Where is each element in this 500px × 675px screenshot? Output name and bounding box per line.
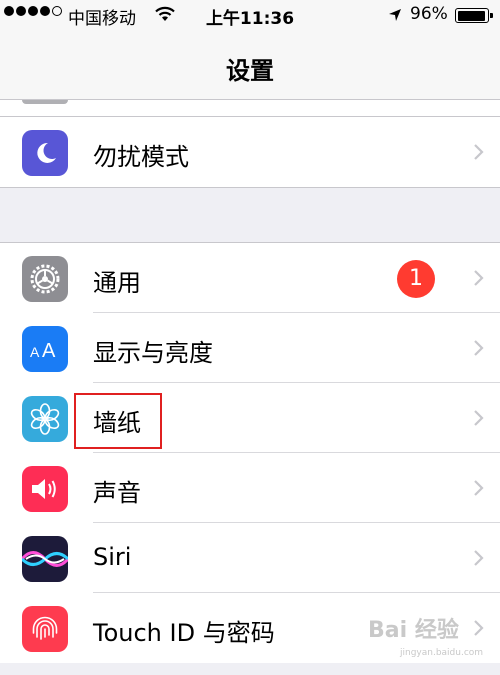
chevron-right-icon — [473, 143, 484, 165]
settings-group-general: 通用 1 AA 显示与亮度 墙纸 声音 Siri Touch ID 与密码 — [0, 243, 500, 663]
page-title: 设置 — [226, 57, 274, 85]
watermark-url: jingyan.baidu.com — [400, 648, 484, 658]
gear-icon — [22, 256, 68, 302]
siri-icon — [22, 536, 68, 582]
settings-group-focus: 勿扰模式 — [0, 117, 500, 187]
watermark: Bai 经验 — [368, 618, 459, 643]
chevron-right-icon — [473, 269, 484, 291]
moon-icon — [22, 130, 68, 176]
settings-row-label: Touch ID 与密码 — [93, 619, 275, 647]
settings-row-sounds[interactable]: 声音 — [0, 453, 500, 523]
settings-row-label: 勿扰模式 — [93, 143, 189, 171]
status-bar: 中国移动 上午11:36 96% — [0, 0, 500, 30]
location-arrow-icon — [388, 7, 402, 27]
battery-percent: 96% — [410, 4, 448, 24]
wallpaper-highlight-box — [74, 393, 162, 449]
flower-icon — [22, 396, 68, 442]
text-size-icon: AA — [22, 326, 68, 372]
battery-icon — [455, 8, 493, 23]
chevron-right-icon — [473, 409, 484, 431]
navigation-bar: 设置 — [0, 30, 500, 100]
settings-row-siri[interactable]: Siri — [0, 523, 500, 593]
fingerprint-icon — [22, 606, 68, 652]
svg-text:A: A — [42, 340, 56, 360]
svg-text:A: A — [30, 344, 40, 360]
settings-row-label: 声音 — [93, 479, 141, 507]
speaker-icon — [22, 466, 68, 512]
chevron-right-icon — [473, 479, 484, 501]
settings-row-general[interactable]: 通用 1 — [0, 243, 500, 313]
settings-row-label: Siri — [93, 543, 132, 571]
settings-row-label: 通用 — [93, 269, 141, 297]
settings-row-do-not-disturb[interactable]: 勿扰模式 — [0, 117, 500, 187]
settings-row-display-brightness[interactable]: AA 显示与亮度 — [0, 313, 500, 383]
chevron-right-icon — [473, 339, 484, 361]
settings-row-label: 显示与亮度 — [93, 339, 213, 367]
chevron-right-icon — [473, 549, 484, 571]
chevron-right-icon — [473, 619, 484, 641]
scrolled-row-edge — [0, 100, 500, 116]
notification-badge: 1 — [397, 260, 435, 298]
